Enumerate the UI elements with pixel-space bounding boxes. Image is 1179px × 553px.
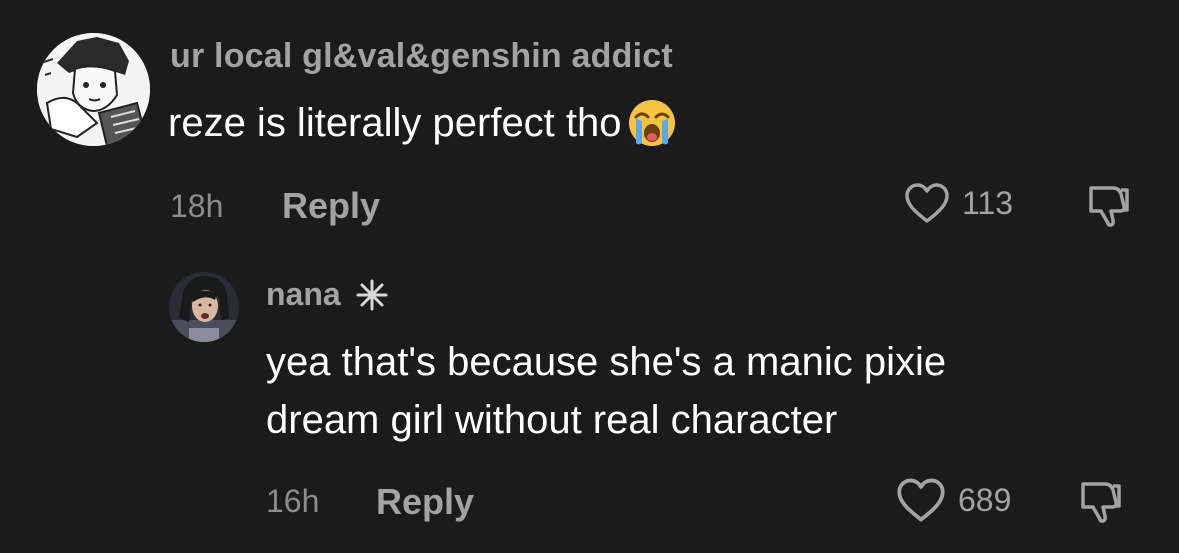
photo-avatar-icon [169, 272, 239, 342]
heart-icon [905, 183, 949, 223]
like-count: 113 [962, 184, 1014, 221]
like-button[interactable]: 689 [896, 477, 1011, 523]
comment-text: yea that's because she's a manic pixie d… [266, 333, 1126, 449]
like-button[interactable]: 113 [904, 182, 1013, 224]
loudly-crying-face-icon [626, 97, 678, 149]
username[interactable]: ur local gl&val&genshin addict [170, 37, 673, 76]
manga-avatar-icon [37, 33, 150, 146]
username[interactable]: nana [266, 276, 389, 313]
avatar[interactable] [169, 272, 239, 342]
dislike-button[interactable] [1075, 476, 1125, 526]
thumbs-down-icon [1089, 186, 1129, 227]
comment-text-line: yea that's because she's a manic pixie [266, 340, 947, 384]
heart-icon [897, 478, 945, 522]
avatar[interactable] [37, 33, 150, 146]
sparkle-icon [355, 278, 389, 312]
comment-timestamp: 16h [266, 483, 320, 519]
comment-text-content: reze is literally perfect tho [168, 101, 622, 145]
like-count: 689 [958, 481, 1012, 518]
reply-button[interactable]: Reply [282, 185, 380, 227]
comment-timestamp: 18h [170, 188, 224, 224]
reply-button[interactable]: Reply [376, 481, 474, 523]
username-text: nana [266, 276, 341, 312]
comment-text: reze is literally perfect tho [168, 94, 678, 152]
comment-text-line: dream girl without real character [266, 398, 838, 442]
thumbs-down-icon [1081, 482, 1121, 523]
dislike-button[interactable] [1083, 180, 1133, 230]
